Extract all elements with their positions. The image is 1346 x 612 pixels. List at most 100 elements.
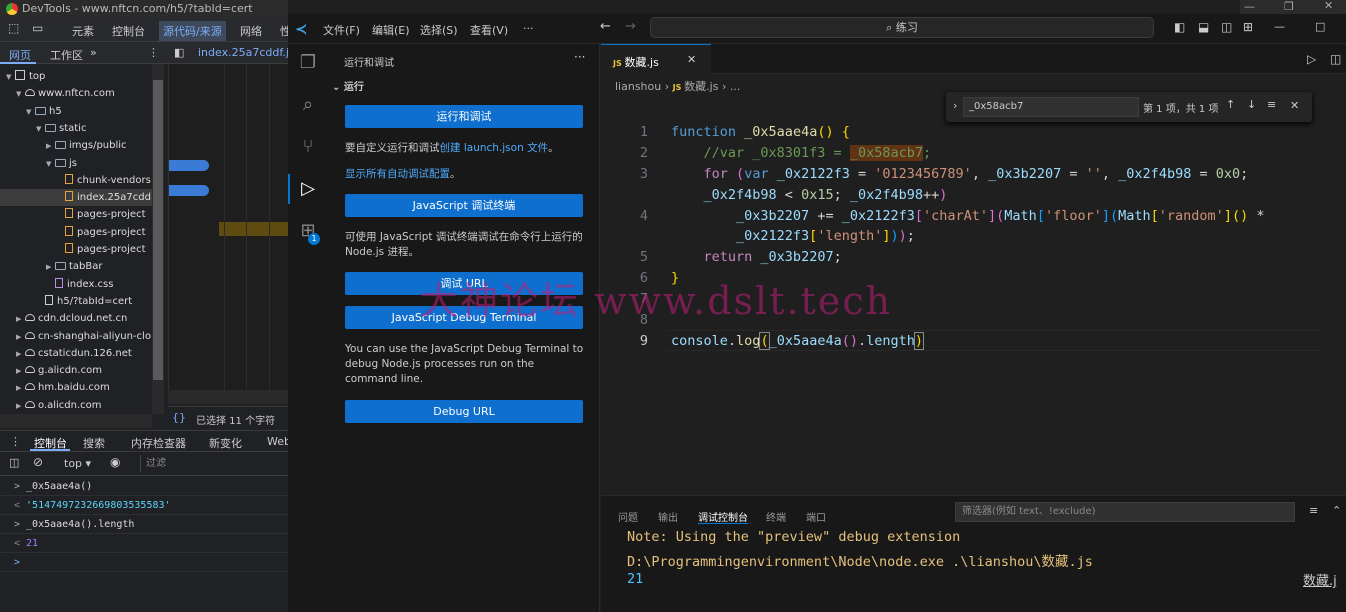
console-filter-input[interactable]: 过滤 [140,455,286,472]
tab-elements[interactable]: 元素 [72,23,94,39]
drawer-tab-memory[interactable]: 内存检查器 [131,435,186,451]
close-find-icon[interactable]: ✕ [1290,99,1299,112]
tree-item[interactable]: index.25a7cdd [0,189,152,207]
caret-right-icon[interactable]: ▶ [46,138,55,155]
panel-tab-problems[interactable]: 问题 [618,509,638,524]
layout-sidebar-icon[interactable]: ◧ [1174,20,1185,34]
find-input[interactable]: _0x58acb7 [963,97,1139,117]
tree-item[interactable]: ▶ cstaticdun.126.net [0,345,152,362]
open-file-name[interactable]: index.25a7cddf.js [198,46,288,59]
panel-tab-debug-console[interactable]: 调试控制台 [698,509,748,524]
explorer-icon[interactable]: ❐ [297,52,319,74]
context-select[interactable]: top ▾ [64,457,91,470]
code-line-4[interactable]: _0x3b2207 += _0x2122f3['charAt'](Math['f… [671,208,1264,224]
caret-right-icon[interactable]: ▶ [16,329,25,346]
breakpoint-marker[interactable] [169,185,209,196]
menu-selection[interactable]: 选择(S) [420,22,458,38]
close-tab-icon[interactable]: ✕ [687,53,696,66]
js-debug-terminal-button-cn[interactable]: JavaScript 调试终端 [345,194,583,217]
tab-console[interactable]: 控制台 [112,23,145,39]
section-run[interactable]: ⌄ 运行 [332,78,364,93]
panel-tab-ports[interactable]: 端口 [806,509,826,524]
toggle-navigator-icon[interactable]: ◧ [174,46,184,59]
caret-right-icon[interactable]: ▶ [46,259,55,276]
maximize-icon[interactable]: □ [1315,20,1325,33]
tree-item[interactable]: ▼ top [0,68,152,85]
caret-right-icon[interactable]: ▶ [16,398,25,414]
debug-url-button[interactable]: Debug URL [345,400,583,423]
search-view-icon[interactable]: ⌕ [297,94,319,116]
tree-item[interactable]: chunk-vendors [0,172,152,189]
tree-item[interactable]: h5/?tabId=cert [0,293,152,310]
menu-edit[interactable]: 编辑(E) [372,22,410,38]
caret-down-icon[interactable]: ▼ [16,86,25,103]
tab-network[interactable]: 网络 [240,23,262,39]
drawer-tab-web[interactable]: Web [267,435,288,448]
layout-secondary-icon[interactable]: ◫ [1221,20,1232,34]
source-control-icon[interactable]: ⑂ [297,136,319,158]
customize-layout-icon[interactable]: ⊞ [1243,20,1253,34]
source-file-tab[interactable]: ◧ index.25a7cddf.js [168,42,288,64]
run-and-debug-button[interactable]: 运行和调试 [345,105,583,128]
sidebar-toggle-icon[interactable]: ◫ [9,456,19,469]
tree-item[interactable]: pages-project [0,206,152,223]
caret-down-icon[interactable]: ▼ [26,104,35,121]
next-match-icon[interactable]: ↓ [1247,98,1256,111]
sidebar-more-icon[interactable]: ··· [574,50,585,64]
tree-item[interactable]: ▶ tabBar [0,258,152,275]
drawer-tab-search[interactable]: 搜索 [83,435,105,451]
devtools-minimize-icon[interactable]: — [1244,0,1255,13]
tree-item[interactable]: ▶ o.alicdn.com [0,397,152,414]
tree-item[interactable]: pages-project [0,241,152,258]
command-center[interactable]: ⌕ 练习 [650,17,1154,38]
run-file-icon[interactable]: ▷ [1307,52,1316,66]
back-arrow-icon[interactable]: ← [600,19,611,34]
tree-item[interactable]: ▼ h5 [0,103,152,120]
tab-performance[interactable]: 性 [280,23,288,39]
caret-down-icon[interactable]: ▼ [46,156,55,173]
menu-view[interactable]: 查看(V) [470,22,508,38]
editor-tab-active[interactable]: JS 数藏.js ✕ [601,44,711,75]
code-line-4-wrap[interactable]: _0x2122f3['length'])); [671,228,915,244]
tree-item[interactable]: pages-project [0,224,152,241]
panel-filter-input[interactable]: 筛选器(例如 text、!exclude) [955,502,1295,522]
menu-file[interactable]: 文件(F) [323,22,360,38]
devtools-close-icon[interactable]: ✕ [1324,0,1333,12]
menu-more[interactable]: ··· [523,22,534,35]
caret-down-icon[interactable]: ▼ [36,121,45,138]
kebab-menu-icon[interactable]: ⋮ [148,46,159,59]
source-link[interactable]: 数藏.j [1303,570,1337,589]
tree-hscrollbar[interactable] [0,414,152,428]
minimize-icon[interactable]: — [1274,20,1285,33]
drawer-tab-changes[interactable]: 新变化 [209,435,242,451]
devtools-restore-icon[interactable]: ❐ [1284,0,1294,13]
caret-right-icon[interactable]: ▶ [16,346,25,363]
more-tabs-icon[interactable]: » [90,46,97,59]
panel-tab-terminal[interactable]: 终端 [766,509,786,524]
tab-sources[interactable]: 源代码/来源 [159,21,226,41]
tree-item[interactable]: ▶ hm.baidu.com [0,379,152,396]
code-line-3-wrap[interactable]: _0x2f4b98 < 0x15; _0x2f4b98++) [671,187,948,203]
editor-hscrollbar[interactable] [168,390,288,404]
subtab-page[interactable]: 网页 [9,47,31,63]
caret-right-icon[interactable]: ▶ [16,380,25,397]
previous-match-icon[interactable]: ↑ [1226,98,1235,111]
code-line-5[interactable]: return _0x3b2207; [671,249,842,265]
drawer-menu-icon[interactable]: ⋮ [10,435,21,448]
tree-item[interactable]: ▼ js [0,155,152,172]
breakpoint-marker[interactable] [169,160,209,171]
tree-scrollbar-thumb[interactable] [153,80,163,380]
chevron-up-icon[interactable]: ⌃ [1332,504,1341,517]
split-editor-icon[interactable]: ◫ [1330,52,1341,66]
tree-item[interactable]: ▶ g.alicdn.com [0,362,152,379]
toggle-replace-icon[interactable]: › [953,99,957,112]
tree-item[interactable]: ▼ static [0,120,152,137]
device-toggle-icon[interactable]: ▭ [32,21,43,35]
layout-panel-icon[interactable]: ⬓ [1198,20,1209,34]
tree-item[interactable]: ▶ imgs/public [0,137,152,154]
caret-down-icon[interactable]: ▼ [6,69,15,86]
inspect-icon[interactable]: ⬚ [8,21,19,35]
tree-item[interactable]: ▶ cdn.dcloud.net.cn [0,310,152,327]
find-in-selection-icon[interactable]: ≡ [1267,98,1276,111]
forward-arrow-icon[interactable]: → [625,19,636,34]
